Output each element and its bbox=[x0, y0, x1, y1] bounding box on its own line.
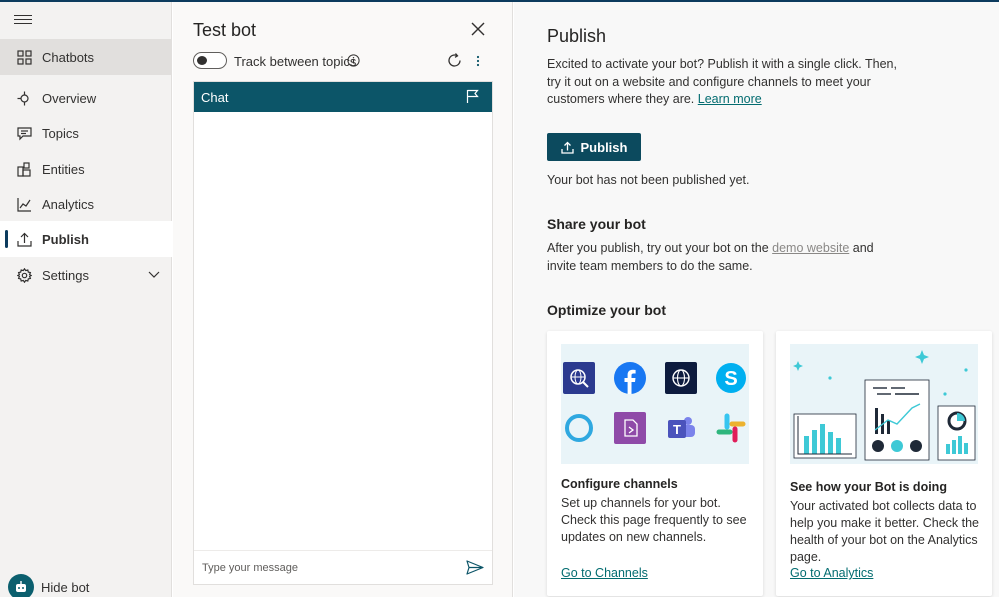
line-chart-icon bbox=[16, 196, 32, 212]
configure-channels-card: S T Configure channels Set up channels f… bbox=[547, 331, 763, 596]
intro-line: customers where they are. Learn more bbox=[547, 91, 897, 109]
intro-line-text: customers where they are. bbox=[547, 92, 698, 106]
share-line-text: and bbox=[849, 241, 874, 255]
share-title: Share your bot bbox=[547, 216, 646, 232]
chat-message-input[interactable] bbox=[202, 559, 452, 577]
sidebar-item-label: Entities bbox=[42, 161, 85, 177]
hamburger-menu-icon[interactable] bbox=[14, 12, 32, 28]
card-text: Your activated bot collects data to help… bbox=[790, 499, 979, 564]
card-title: See how your Bot is doing bbox=[790, 480, 947, 494]
overview-icon bbox=[16, 90, 32, 106]
page-title: Publish bbox=[547, 26, 607, 46]
sidebar-item-label: Topics bbox=[42, 125, 79, 141]
sidebar-item-label: Analytics bbox=[42, 196, 95, 212]
analytics-card: See how your Bot is doing Your activated… bbox=[776, 331, 992, 596]
sidebar-item-topics[interactable]: Topics bbox=[0, 115, 172, 151]
intro-line: Excited to activate your bot? Publish it… bbox=[547, 57, 897, 71]
app-window: Chatbots Overview Topics Entities Analyt bbox=[0, 0, 999, 597]
gear-icon bbox=[16, 267, 32, 283]
track-topics-toggle[interactable] bbox=[193, 52, 227, 69]
chevron-down-icon[interactable] bbox=[148, 267, 160, 282]
card-title: Configure channels bbox=[561, 477, 678, 491]
chat-header: Chat bbox=[194, 82, 492, 112]
flag-icon[interactable] bbox=[466, 89, 479, 107]
share-line-text: After you publish, try out your bot on t… bbox=[547, 241, 773, 255]
slack-icon bbox=[715, 412, 747, 444]
svg-text:T: T bbox=[673, 422, 681, 437]
teams-icon: T bbox=[665, 412, 697, 444]
facebook-icon bbox=[614, 362, 646, 394]
skype-icon: S bbox=[715, 362, 747, 394]
sidebar-item-overview[interactable]: Overview bbox=[0, 80, 172, 116]
sidebar-item-entities[interactable]: Entities bbox=[0, 151, 172, 187]
optimize-title: Optimize your bot bbox=[547, 302, 666, 318]
close-icon[interactable] bbox=[470, 21, 486, 40]
analytics-illustration bbox=[790, 344, 978, 464]
share-line: After you publish, try out your bot on t… bbox=[547, 240, 874, 258]
sharepoint-icon bbox=[614, 412, 646, 444]
sidebar-item-analytics[interactable]: Analytics bbox=[0, 186, 172, 222]
test-bot-panel: Test bot Track between topics Chat bbox=[173, 2, 513, 597]
sidebar-item-settings[interactable]: Settings bbox=[0, 257, 172, 293]
demo-website-link[interactable]: demo website bbox=[772, 241, 849, 255]
learn-more-link[interactable]: Learn more bbox=[698, 92, 762, 106]
test-bot-title: Test bot bbox=[193, 20, 257, 40]
intro-text: Excited to activate your bot? Publish it… bbox=[547, 56, 897, 109]
info-icon[interactable] bbox=[347, 54, 360, 70]
globe-icon bbox=[665, 362, 697, 394]
web-search-icon bbox=[563, 362, 595, 394]
intro-line: try it out on a website and configure ch… bbox=[547, 74, 871, 89]
channels-illustration: S T bbox=[561, 344, 749, 464]
chat-bubble-icon bbox=[16, 125, 32, 141]
publish-button[interactable]: Publish bbox=[547, 133, 641, 161]
go-to-analytics-link[interactable]: Go to Analytics bbox=[790, 566, 873, 580]
bot-icon bbox=[8, 574, 34, 597]
svg-text:S: S bbox=[724, 368, 737, 390]
go-to-channels-link[interactable]: Go to Channels bbox=[561, 566, 648, 580]
sidebar-item-label: Overview bbox=[42, 90, 97, 106]
sidebar-item-label: Publish bbox=[42, 231, 89, 247]
grid-icon bbox=[16, 49, 32, 65]
track-topics-label: Track between topics bbox=[234, 54, 357, 69]
sidebar-item-publish[interactable]: Publish bbox=[0, 221, 172, 257]
hide-bot-label: Hide bot bbox=[41, 579, 90, 595]
share-text: After you publish, try out your bot on t… bbox=[547, 240, 874, 275]
card-text: Set up channels for your bot. Check this… bbox=[561, 496, 747, 544]
sidebar-item-label: Chatbots bbox=[42, 49, 95, 65]
send-icon[interactable] bbox=[466, 560, 484, 578]
chat-input-row bbox=[194, 550, 492, 584]
upload-icon bbox=[16, 231, 32, 247]
chat-header-title: Chat bbox=[201, 89, 229, 105]
entities-icon bbox=[16, 161, 32, 177]
hide-bot-button[interactable]: Hide bot bbox=[8, 574, 89, 597]
publish-status: Your bot has not been published yet. bbox=[547, 173, 750, 187]
upload-icon bbox=[560, 141, 574, 154]
sidebar: Chatbots Overview Topics Entities Analyt bbox=[0, 2, 172, 597]
toggle-knob bbox=[197, 56, 207, 65]
chat-window: Chat bbox=[193, 81, 493, 585]
sidebar-item-chatbots[interactable]: Chatbots bbox=[0, 39, 172, 75]
cortana-icon bbox=[563, 412, 595, 444]
publish-button-label: Publish bbox=[580, 139, 628, 155]
publish-page: Publish Excited to activate your bot? Pu… bbox=[514, 2, 999, 597]
refresh-icon[interactable] bbox=[446, 52, 463, 72]
share-line: invite team members to do the same. bbox=[547, 258, 753, 273]
sidebar-item-label: Settings bbox=[42, 267, 89, 283]
more-options-icon[interactable] bbox=[475, 53, 481, 72]
